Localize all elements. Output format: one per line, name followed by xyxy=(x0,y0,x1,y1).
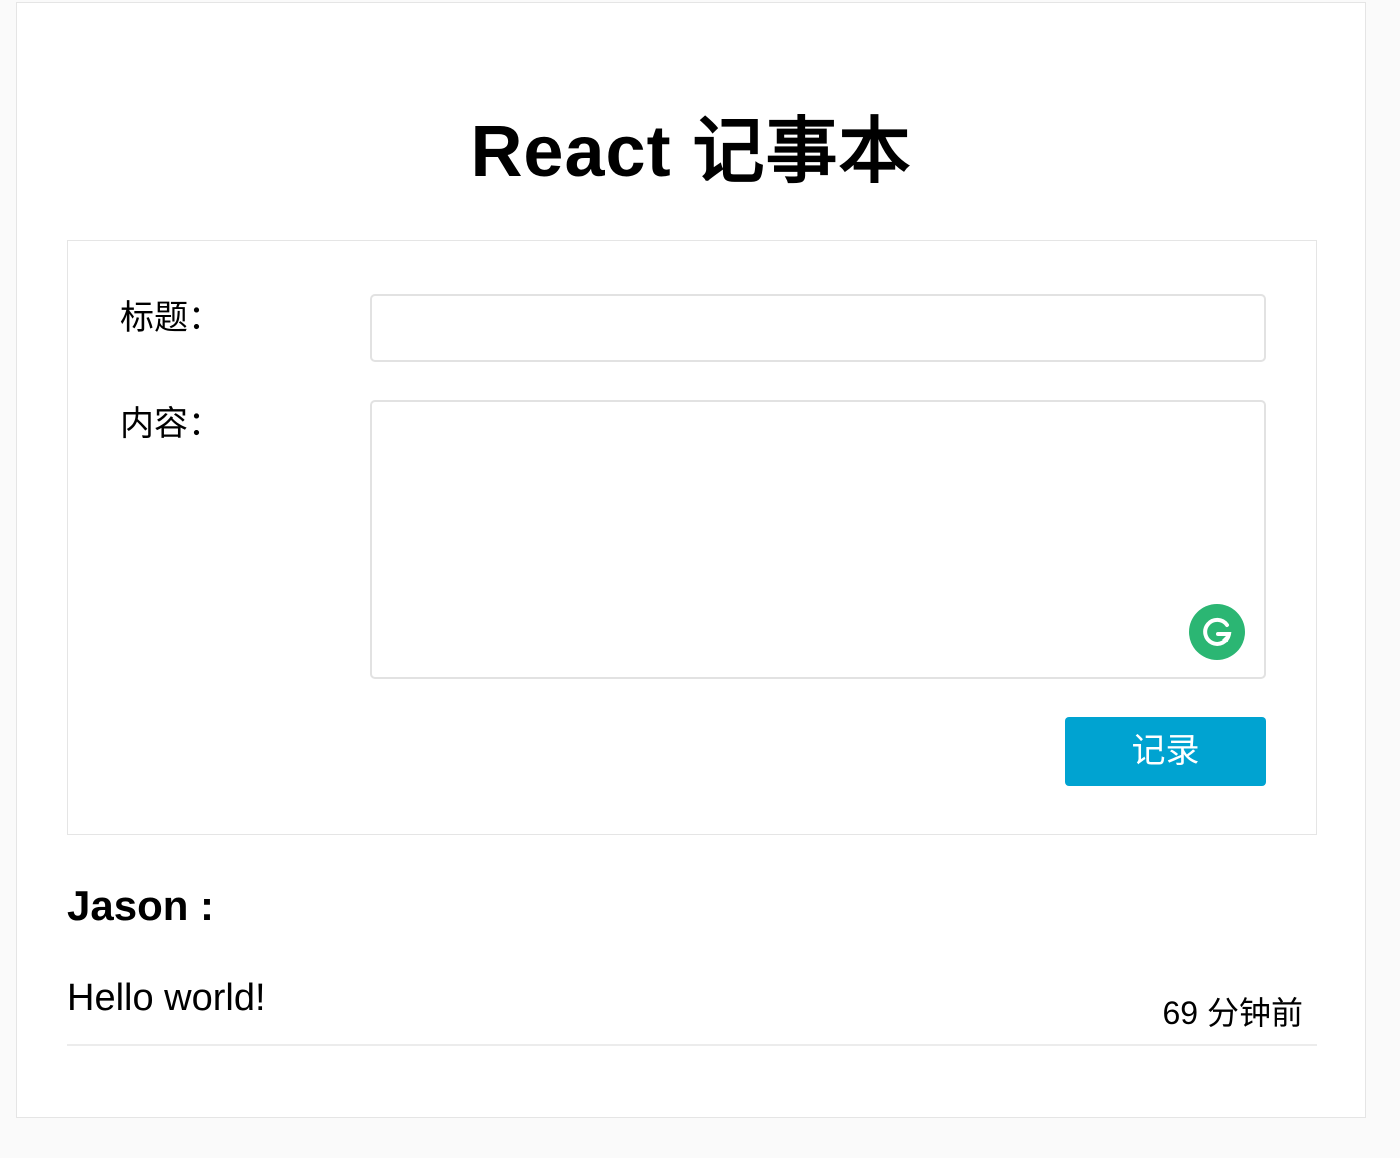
note-timestamp: 69 分钟前 xyxy=(1162,995,1304,1031)
grammarly-g-glyph xyxy=(1203,617,1232,646)
note-divider xyxy=(67,1044,1317,1046)
title-label: 标题： xyxy=(120,299,222,337)
content-label: 内容： xyxy=(120,405,222,443)
page-title: React 记事本 xyxy=(470,112,912,192)
title-input[interactable] xyxy=(370,294,1266,362)
note-author: Jason : xyxy=(67,882,215,929)
note-body: Hello world! xyxy=(67,977,266,1019)
grammarly-icon[interactable] xyxy=(1189,604,1245,660)
notebook-page: React 记事本 标题： 内容： 记录 Jason : Hello world… xyxy=(16,2,1366,1118)
record-button[interactable]: 记录 xyxy=(1065,717,1266,786)
content-textarea[interactable] xyxy=(370,400,1266,679)
note-form: 标题： 内容： 记录 xyxy=(67,240,1317,835)
